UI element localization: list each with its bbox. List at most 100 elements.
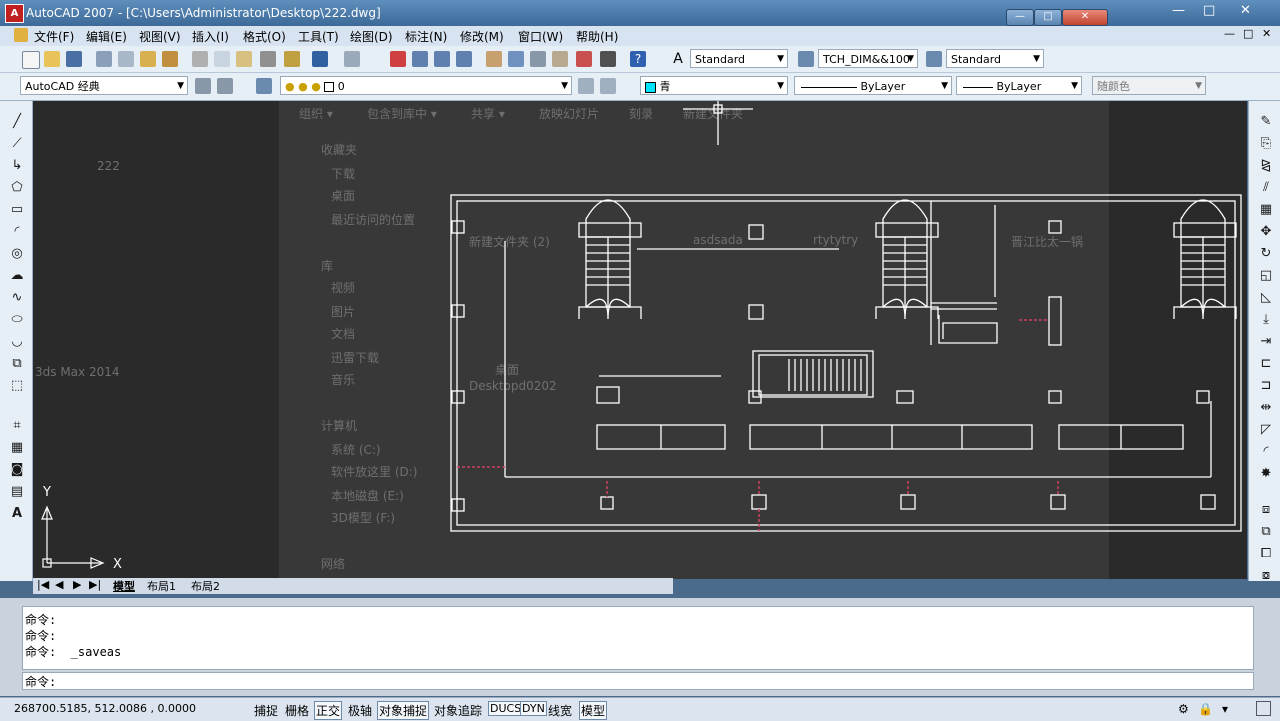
circle-icon[interactable]: ◎ xyxy=(8,245,26,263)
doc-minimize-icon[interactable]: — xyxy=(1224,27,1235,40)
cad-floor-plan[interactable]: X Y xyxy=(33,101,1247,579)
fillet-icon[interactable]: ◜ xyxy=(1257,443,1275,461)
workspace-settings-icon[interactable] xyxy=(195,78,211,94)
design-center-icon[interactable] xyxy=(508,51,524,67)
dim-style-select[interactable]: TCH_DIM&&100 ▼ xyxy=(818,49,918,68)
open-icon[interactable] xyxy=(44,51,60,67)
status-tray-icon[interactable]: ▾ xyxy=(1222,702,1228,716)
doc-close-icon[interactable]: ✕ xyxy=(1262,27,1271,40)
sheet-set-icon[interactable] xyxy=(552,51,568,67)
lock-icon[interactable]: 🔒 xyxy=(1198,702,1213,716)
osnap-toggle[interactable]: 对象捕捉 xyxy=(377,701,430,720)
polygon-icon[interactable]: ⬠ xyxy=(8,179,26,197)
ellipse-arc-icon[interactable]: ◡ xyxy=(8,333,26,351)
outer-restore-icon[interactable]: □ xyxy=(1203,3,1215,18)
table-icon[interactable]: ▤ xyxy=(8,483,26,501)
color-select[interactable]: 青 ▼ xyxy=(640,76,788,95)
zoom-window-icon[interactable] xyxy=(434,51,450,67)
command-input[interactable]: 命令: xyxy=(22,672,1254,690)
document-icon[interactable] xyxy=(14,28,28,42)
table-style-select[interactable]: Standard ▼ xyxy=(946,49,1044,68)
ortho-toggle[interactable]: 正交 xyxy=(314,701,343,720)
layer-select[interactable]: ● ● ● 0 ▼ xyxy=(280,76,572,95)
lineweight-toggle[interactable]: 线宽 xyxy=(546,701,574,720)
new-icon[interactable] xyxy=(22,51,40,69)
polyline-icon[interactable]: ↳ xyxy=(8,157,26,175)
stretch-icon[interactable]: ◺ xyxy=(1257,289,1275,307)
clean-screen-icon[interactable] xyxy=(1256,701,1271,716)
plot-preview-icon[interactable] xyxy=(118,51,134,67)
spline-icon[interactable]: ∿ xyxy=(8,289,26,307)
bring-front-icon[interactable]: ⧉ xyxy=(1257,523,1275,541)
maximize-button[interactable]: □ xyxy=(1034,9,1062,26)
lineweight-select[interactable]: ByLayer ▼ xyxy=(956,76,1082,95)
tab-layout2[interactable]: 布局2 xyxy=(191,578,220,594)
menu-help[interactable]: 帮助(H) xyxy=(576,28,618,45)
menu-format[interactable]: 格式(O) xyxy=(243,28,286,45)
ellipse-icon[interactable]: ⬭ xyxy=(8,311,26,329)
region-icon[interactable]: ◙ xyxy=(8,461,26,479)
coordinate-readout[interactable]: 268700.5185, 512.0086 , 0.0000 xyxy=(12,701,198,716)
properties-icon[interactable] xyxy=(486,51,502,67)
workspace-select[interactable]: AutoCAD 经典 ▼ xyxy=(20,76,188,95)
dim-style-icon[interactable] xyxy=(798,51,814,67)
publish-icon[interactable] xyxy=(140,51,156,67)
construction-line-icon[interactable]: ⟋ xyxy=(8,135,26,153)
paste-icon[interactable] xyxy=(236,51,252,67)
markup-icon[interactable] xyxy=(576,51,592,67)
text-style-icon[interactable]: A xyxy=(670,51,686,67)
break-at-point-icon[interactable]: ⊏ xyxy=(1257,355,1275,373)
menu-insert[interactable]: 插入(I) xyxy=(192,28,229,45)
offset-icon[interactable]: ⫽ xyxy=(1257,179,1275,197)
rotate-icon[interactable]: ↻ xyxy=(1257,245,1275,263)
match-properties-icon[interactable] xyxy=(260,51,276,67)
tab-layout1[interactable]: 布局1 xyxy=(147,578,176,594)
menu-draw[interactable]: 绘图(D) xyxy=(350,28,393,45)
snap-toggle[interactable]: 捕捉 xyxy=(252,701,280,720)
mtext-icon[interactable]: A xyxy=(8,505,26,523)
tool-palettes-icon[interactable] xyxy=(530,51,546,67)
help-icon[interactable]: ? xyxy=(630,51,646,67)
menu-tools[interactable]: 工具(T) xyxy=(298,28,339,45)
doc-restore-icon[interactable]: □ xyxy=(1243,27,1253,40)
chamfer-icon[interactable]: ◸ xyxy=(1257,421,1275,439)
array-icon[interactable]: ▦ xyxy=(1257,201,1275,219)
calculator-icon[interactable] xyxy=(600,51,616,67)
menu-modify[interactable]: 修改(M) xyxy=(460,28,504,45)
arc-icon[interactable]: ◜ xyxy=(8,223,26,241)
zoom-realtime-icon[interactable] xyxy=(412,51,428,67)
drawing-area[interactable]: 组织 ▾ 包含到库中 ▾ 共享 ▾ 放映幻灯片 刻录 新建文件夹 收藏夹 下载 … xyxy=(33,101,1247,579)
point-icon[interactable]: ⌗ xyxy=(8,417,26,435)
zoom-previous-icon[interactable] xyxy=(456,51,472,67)
insert-block-icon[interactable]: ⧉ xyxy=(8,355,26,373)
rectangle-icon[interactable]: ▭ xyxy=(8,201,26,219)
minimize-button[interactable]: — xyxy=(1006,9,1034,26)
tab-first-icon[interactable]: |◀ xyxy=(37,578,49,591)
text-front-icon[interactable]: ⧇ xyxy=(1257,567,1275,585)
break-icon[interactable]: ⊐ xyxy=(1257,377,1275,395)
polar-toggle[interactable]: 极轴 xyxy=(346,701,374,720)
undo-icon[interactable] xyxy=(312,51,328,67)
revision-cloud-icon[interactable]: ☁ xyxy=(8,267,26,285)
3d-dwf-icon[interactable] xyxy=(162,51,178,67)
communication-center-icon[interactable]: ⚙ xyxy=(1178,702,1189,716)
tab-prev-icon[interactable]: ◀ xyxy=(55,578,63,591)
pan-icon[interactable] xyxy=(390,51,406,67)
copy-icon[interactable] xyxy=(214,51,230,67)
copy-object-icon[interactable]: ⎘ xyxy=(1257,135,1275,153)
outer-close-icon[interactable]: ✕ xyxy=(1240,3,1251,18)
redo-icon[interactable] xyxy=(344,51,360,67)
send-back-icon[interactable]: ⧠ xyxy=(1257,545,1275,563)
model-toggle[interactable]: 模型 xyxy=(579,701,608,720)
scale-icon[interactable]: ◱ xyxy=(1257,267,1275,285)
otrack-toggle[interactable]: 对象追踪 xyxy=(432,701,484,720)
join-icon[interactable]: ⇹ xyxy=(1257,399,1275,417)
autocad-app-icon[interactable]: A xyxy=(5,4,24,23)
layer-previous-icon[interactable] xyxy=(600,78,616,94)
menu-dimension[interactable]: 标注(N) xyxy=(405,28,447,45)
menu-view[interactable]: 视图(V) xyxy=(139,28,181,45)
menu-edit[interactable]: 编辑(E) xyxy=(86,28,127,45)
draworder-icon[interactable]: ⧈ xyxy=(1257,501,1275,519)
my-workspace-icon[interactable] xyxy=(217,78,233,94)
plot-icon[interactable] xyxy=(96,51,112,67)
